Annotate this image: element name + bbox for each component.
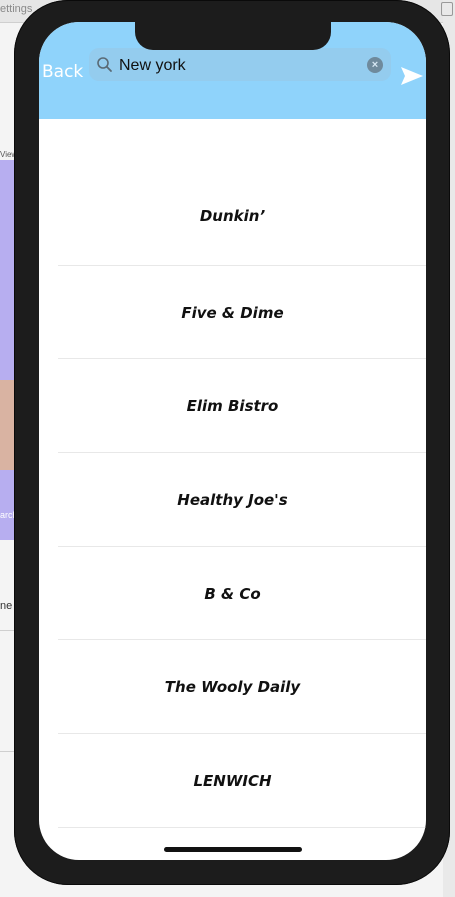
list-item[interactable]: Elim Bistro bbox=[39, 359, 426, 452]
phone-notch bbox=[135, 22, 331, 50]
home-indicator[interactable] bbox=[164, 847, 302, 852]
search-bar[interactable]: × bbox=[89, 48, 391, 81]
list-item[interactable]: Healthy Joe's bbox=[39, 453, 426, 546]
send-icon[interactable] bbox=[400, 66, 424, 86]
list-item-label: Five & Dime bbox=[181, 303, 284, 322]
list-item-label: The Wooly Daily bbox=[164, 677, 301, 696]
list-item-label: Healthy Joe's bbox=[177, 490, 288, 509]
list-item[interactable]: Dunkin’ bbox=[39, 119, 426, 265]
list-item-label: LENWICH bbox=[193, 771, 272, 790]
background-toolbar-text: ettings bbox=[0, 3, 33, 15]
list-item-label: B & Co bbox=[204, 584, 261, 603]
back-button[interactable]: Back bbox=[42, 62, 83, 82]
list-item[interactable]: LENWICH bbox=[39, 734, 426, 827]
list-item-label: Elim Bistro bbox=[186, 396, 279, 415]
phone-frame: Back × Dunkin’ Five & Dime bbox=[14, 0, 450, 885]
list-item-label: Dunkin’ bbox=[199, 207, 266, 225]
background-text: ne bbox=[0, 600, 13, 612]
app-screen: Back × Dunkin’ Five & Dime bbox=[39, 22, 426, 860]
list-item[interactable]: B & Co bbox=[39, 547, 426, 640]
search-input[interactable] bbox=[117, 53, 361, 78]
list-item[interactable]: The Wooly Daily bbox=[39, 640, 426, 733]
list-divider bbox=[58, 827, 426, 828]
menu-icon bbox=[441, 2, 453, 16]
search-icon bbox=[97, 57, 112, 72]
clear-icon[interactable]: × bbox=[367, 57, 383, 73]
list-item[interactable]: Five & Dime bbox=[39, 266, 426, 359]
